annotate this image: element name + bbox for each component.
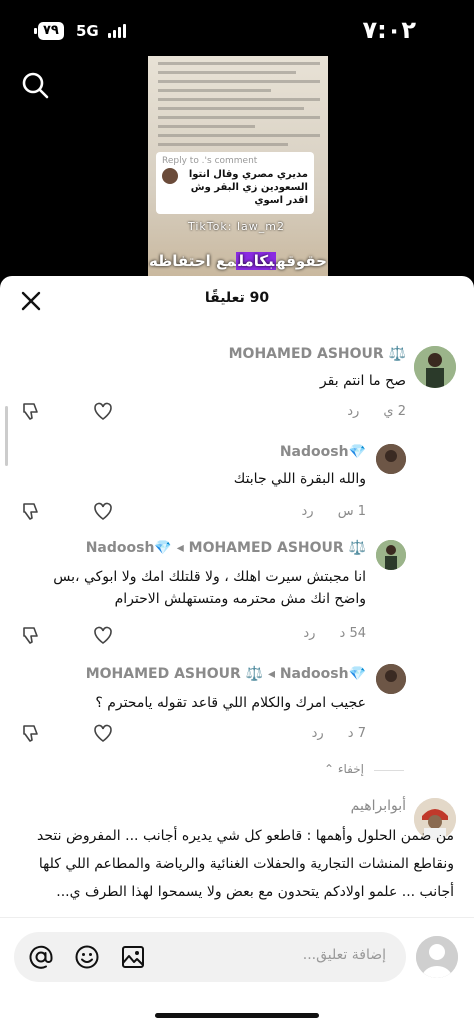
avatar[interactable] bbox=[376, 540, 406, 570]
like-icon[interactable] bbox=[92, 722, 114, 744]
sheet-header: 90 تعليقًا bbox=[0, 276, 474, 324]
comment-input-bar: إضافة تعليق... bbox=[0, 917, 474, 1024]
caption-highlight: بكامل bbox=[236, 252, 277, 270]
reply-avatar bbox=[162, 168, 178, 184]
comment-text: صح ما انتم بقر bbox=[319, 373, 406, 389]
network-type: 5G bbox=[76, 22, 99, 40]
comment-author[interactable]: MOHAMED ASHOUR ⚖️ ◂ Nadoosh💎 bbox=[86, 666, 366, 682]
dislike-icon[interactable] bbox=[20, 500, 42, 522]
reply-text: مديري مصري وقال انتوا السعودين زي البقر … bbox=[188, 169, 308, 206]
collapse-divider bbox=[374, 770, 404, 771]
reply-button[interactable]: رد bbox=[303, 626, 315, 641]
comment-time: 1 س bbox=[337, 504, 366, 519]
comment-text: انا مجبتش سيرت اهلك ، ولا قلتلك امك ولا … bbox=[53, 569, 366, 607]
comment-author[interactable]: MOHAMED ASHOUR ⚖️ bbox=[229, 346, 406, 362]
mention-icon[interactable] bbox=[28, 944, 54, 970]
search-icon[interactable] bbox=[20, 70, 50, 100]
comment-meta: 1 س رد bbox=[301, 504, 366, 519]
comment-input-placeholder: إضافة تعليق... bbox=[302, 947, 386, 963]
reply-card: Reply to .'s comment مديري مصري وقال انت… bbox=[156, 152, 314, 214]
reply-button[interactable]: رد bbox=[347, 404, 359, 419]
video-caption: حقوقهبكاملمع احتفاظه bbox=[148, 252, 328, 270]
like-icon[interactable] bbox=[92, 500, 114, 522]
watermark: TikTok: law_m2 bbox=[188, 220, 285, 233]
comment-meta: 54 د رد bbox=[303, 626, 366, 641]
comment-author[interactable]: Nadoosh💎 ◂ MOHAMED ASHOUR ⚖️ bbox=[86, 540, 366, 556]
video-preview[interactable]: Reply to .'s comment مديري مصري وقال انت… bbox=[148, 56, 328, 278]
comment-count-title: 90 تعليقًا bbox=[204, 290, 270, 306]
caption-pre: مع احتفاظه bbox=[149, 252, 237, 270]
comment-time: 2 ي bbox=[383, 404, 406, 419]
battery-indicator: ٧٩ bbox=[34, 22, 64, 40]
like-icon[interactable] bbox=[92, 624, 114, 646]
status-bar: ٧٩ 5G ٧:٠٢ bbox=[0, 0, 474, 62]
clock: ٧:٠٢ bbox=[362, 16, 416, 44]
reply-button[interactable]: رد bbox=[312, 726, 324, 741]
emoji-icon[interactable] bbox=[74, 944, 100, 970]
reply-button[interactable]: رد bbox=[301, 504, 313, 519]
like-icon[interactable] bbox=[92, 400, 114, 422]
caption-post: حقوقه bbox=[276, 252, 327, 270]
document-background bbox=[158, 62, 320, 152]
comment-author[interactable]: Nadoosh💎 bbox=[280, 444, 366, 460]
dislike-icon[interactable] bbox=[20, 400, 42, 422]
avatar[interactable] bbox=[376, 444, 406, 474]
reply-title: Reply to .'s comment bbox=[162, 156, 258, 166]
comment-meta: 2 ي رد bbox=[347, 404, 406, 419]
chevron-up-icon: ⌃ bbox=[323, 762, 335, 776]
comment-author[interactable]: أبوابراهيم bbox=[351, 798, 406, 814]
scrollbar[interactable] bbox=[5, 406, 8, 466]
hide-replies-button[interactable]: إخفاء ⌃ bbox=[324, 762, 364, 776]
image-icon[interactable] bbox=[120, 944, 146, 970]
comment-time: 7 د bbox=[347, 726, 366, 741]
comment-text: والله البقرة اللي جابتك bbox=[233, 471, 366, 487]
comment-text: عجيب امرك والكلام اللي قاعد تقوله يامحتر… bbox=[95, 695, 366, 711]
comment-meta: 7 د رد bbox=[312, 726, 366, 741]
dislike-icon[interactable] bbox=[20, 722, 42, 744]
avatar[interactable] bbox=[376, 664, 406, 694]
signal-icon bbox=[108, 24, 126, 38]
avatar[interactable] bbox=[414, 346, 456, 388]
comment-text: من ضمن الحلول وأهمها : قاطعو كل شي يديره… bbox=[37, 828, 454, 900]
comments-sheet: 90 تعليقًا MOHAMED ASHOUR ⚖️ صح ما انتم … bbox=[0, 276, 474, 1024]
home-indicator[interactable] bbox=[155, 1013, 319, 1018]
hide-replies-label: إخفاء bbox=[337, 762, 364, 776]
comment-input[interactable]: إضافة تعليق... bbox=[14, 932, 406, 982]
user-avatar[interactable] bbox=[416, 936, 458, 978]
dislike-icon[interactable] bbox=[20, 624, 42, 646]
comment-time: 54 د bbox=[339, 626, 366, 641]
